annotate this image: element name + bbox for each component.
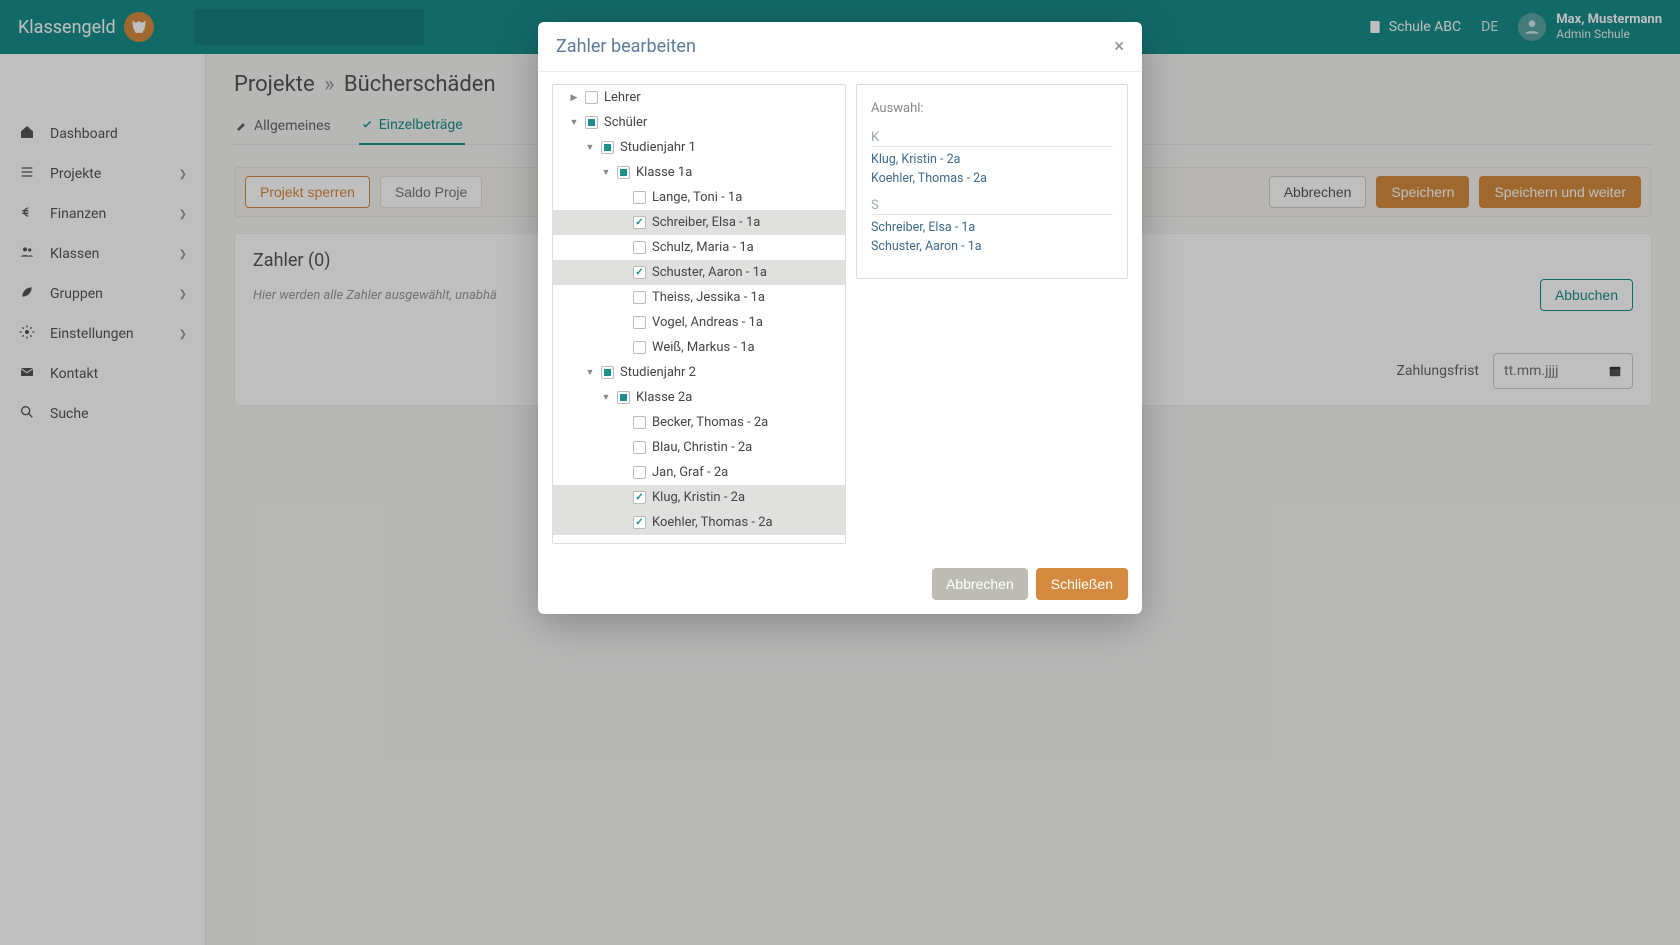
checkbox[interactable] bbox=[601, 366, 614, 379]
chevron-down-icon[interactable]: ▼ bbox=[585, 142, 595, 153]
chevron-down-icon[interactable]: ▼ bbox=[601, 167, 611, 178]
selection-item[interactable]: Schreiber, Elsa - 1a bbox=[871, 218, 1113, 237]
tree-item[interactable]: ▼ Studienjahr 2 bbox=[553, 360, 845, 385]
tree-item-label: Becker, Thomas - 2a bbox=[652, 415, 768, 430]
modal-cancel-button[interactable]: Abbrechen bbox=[932, 568, 1028, 600]
checkbox[interactable] bbox=[585, 91, 598, 104]
tree-item[interactable]: Schreiber, Elsa - 1a bbox=[553, 210, 845, 235]
tree-item[interactable]: ▶ Lehrer bbox=[553, 85, 845, 110]
chevron-down-icon[interactable]: ▼ bbox=[585, 367, 595, 378]
checkbox[interactable] bbox=[633, 516, 646, 529]
tree-item[interactable]: Becker, Thomas - 2a bbox=[553, 410, 845, 435]
checkbox[interactable] bbox=[617, 166, 630, 179]
tree-item-label: Studienjahr 2 bbox=[620, 365, 696, 380]
tree-item[interactable]: ▼ Klasse 2a bbox=[553, 385, 845, 410]
tree-item-label: Lehrer bbox=[604, 90, 641, 105]
tree-item-label: Schüler bbox=[604, 115, 647, 130]
modal-overlay[interactable]: Zahler bearbeiten × ▶ Lehrer ▼ Schüler ▼ Stud… bbox=[0, 0, 1680, 945]
checkbox[interactable] bbox=[633, 216, 646, 229]
tree-item-label: Schreiber, Elsa - 1a bbox=[652, 215, 760, 230]
checkbox[interactable] bbox=[633, 316, 646, 329]
checkbox[interactable] bbox=[633, 491, 646, 504]
chevron-down-icon[interactable]: ▼ bbox=[569, 117, 579, 128]
checkbox[interactable] bbox=[633, 341, 646, 354]
tree-item-label: Studienjahr 1 bbox=[620, 140, 696, 155]
selection-panel: Auswahl: K Klug, Kristin - 2aKoehler, Tho… bbox=[856, 84, 1128, 279]
tree-item-label: Klug, Kristin - 2a bbox=[652, 490, 745, 505]
checkbox[interactable] bbox=[617, 391, 630, 404]
tree-item-label: Vogel, Andreas - 1a bbox=[652, 315, 763, 330]
edit-payers-modal: Zahler bearbeiten × ▶ Lehrer ▼ Schüler ▼ Stud… bbox=[538, 22, 1142, 614]
selection-item[interactable]: Schuster, Aaron - 1a bbox=[871, 237, 1113, 256]
chevron-down-icon[interactable]: ▼ bbox=[601, 392, 611, 403]
tree-item-label: Weiß, Markus - 1a bbox=[652, 340, 755, 355]
tree-item-label: Lange, Toni - 1a bbox=[652, 190, 742, 205]
checkbox[interactable] bbox=[633, 241, 646, 254]
checkbox[interactable] bbox=[633, 191, 646, 204]
tree-item[interactable]: ▼ Schüler bbox=[553, 110, 845, 135]
checkbox[interactable] bbox=[601, 141, 614, 154]
tree-item[interactable]: Weiß, Markus - 1a bbox=[553, 335, 845, 360]
selection-letter: K bbox=[871, 130, 1113, 147]
tree-item[interactable]: Lange, Toni - 1a bbox=[553, 185, 845, 210]
checkbox[interactable] bbox=[585, 116, 598, 129]
modal-close-action-button[interactable]: Schließen bbox=[1036, 568, 1128, 600]
tree-item[interactable]: Vogel, Andreas - 1a bbox=[553, 310, 845, 335]
checkbox[interactable] bbox=[633, 441, 646, 454]
chevron-right-icon[interactable]: ▶ bbox=[569, 93, 579, 103]
tree-item-label: Schulz, Maria - 1a bbox=[652, 240, 754, 255]
checkbox[interactable] bbox=[633, 416, 646, 429]
tree-item-label: Klasse 2a bbox=[636, 390, 692, 405]
tree-item[interactable]: Blau, Christin - 2a bbox=[553, 435, 845, 460]
tree-item-label: Klasse 1a bbox=[636, 165, 692, 180]
tree-item[interactable]: Theiss, Jessika - 1a bbox=[553, 285, 845, 310]
tree-item[interactable]: Koehler, Thomas - 2a bbox=[553, 510, 845, 535]
selection-letter: S bbox=[871, 198, 1113, 215]
tree-item[interactable]: ▼ Klasse 1a bbox=[553, 160, 845, 185]
participant-tree: ▶ Lehrer ▼ Schüler ▼ Studienjahr 1 ▼ Klasse 1a L… bbox=[552, 84, 846, 544]
tree-item-label: Theiss, Jessika - 1a bbox=[652, 290, 765, 305]
tree-item[interactable]: Klug, Kristin - 2a bbox=[553, 485, 845, 510]
checkbox[interactable] bbox=[633, 466, 646, 479]
tree-item[interactable]: Schulz, Maria - 1a bbox=[553, 235, 845, 260]
modal-title: Zahler bearbeiten bbox=[556, 36, 696, 57]
tree-item-label: Jan, Graf - 2a bbox=[652, 465, 728, 480]
tree-item[interactable]: Schuster, Aaron - 1a bbox=[553, 260, 845, 285]
selection-title: Auswahl: bbox=[871, 101, 1113, 116]
selection-item[interactable]: Koehler, Thomas - 2a bbox=[871, 169, 1113, 188]
tree-item-label: Koehler, Thomas - 2a bbox=[652, 515, 773, 530]
tree-item[interactable]: ▼ Studienjahr 1 bbox=[553, 135, 845, 160]
tree-item-label: Schuster, Aaron - 1a bbox=[652, 265, 767, 280]
tree-item-label: Blau, Christin - 2a bbox=[652, 440, 752, 455]
modal-close-button[interactable]: × bbox=[1114, 36, 1124, 57]
checkbox[interactable] bbox=[633, 266, 646, 279]
selection-item[interactable]: Klug, Kristin - 2a bbox=[871, 150, 1113, 169]
checkbox[interactable] bbox=[633, 291, 646, 304]
tree-item[interactable]: Jan, Graf - 2a bbox=[553, 460, 845, 485]
